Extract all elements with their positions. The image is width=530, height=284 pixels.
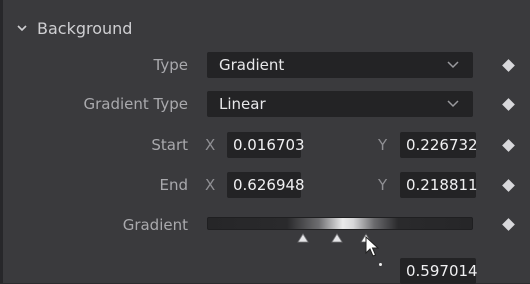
start-y-axis-label: Y bbox=[378, 136, 388, 154]
gradient-label: Gradient bbox=[122, 216, 188, 234]
chevron-down-icon[interactable] bbox=[17, 23, 27, 33]
gradient-stop-icon[interactable] bbox=[297, 233, 309, 243]
start-x-field[interactable]: 0.016703 bbox=[227, 132, 305, 158]
gradient-type-row: Gradient Type Linear bbox=[3, 91, 530, 119]
start-y-field[interactable]: 0.226732 bbox=[400, 132, 478, 158]
keyframe-diamond-icon[interactable] bbox=[502, 98, 515, 111]
end-y-field[interactable]: 0.218811 bbox=[400, 172, 478, 198]
gradient-type-label: Gradient Type bbox=[83, 95, 188, 113]
end-x-axis-label: X bbox=[205, 176, 216, 194]
mouse-pointer-icon bbox=[365, 236, 380, 257]
type-row: Type Gradient bbox=[3, 52, 530, 80]
start-row: Start X 0.016703 Y 0.226732 bbox=[3, 132, 530, 160]
keyframe-diamond-icon[interactable] bbox=[502, 218, 515, 231]
gradient-type-dropdown-value: Linear bbox=[219, 95, 266, 113]
end-row: End X 0.626948 Y 0.218811 bbox=[3, 172, 530, 200]
section-title: Background bbox=[37, 18, 133, 38]
type-label: Type bbox=[153, 56, 188, 74]
type-dropdown-value: Gradient bbox=[219, 56, 285, 74]
gradient-bar[interactable] bbox=[207, 217, 473, 230]
gradient-stop-icon[interactable] bbox=[331, 233, 344, 243]
start-x-axis-label: X bbox=[205, 136, 216, 154]
end-label: End bbox=[159, 176, 188, 194]
start-label: Start bbox=[151, 136, 188, 154]
keyframe-diamond-icon[interactable] bbox=[502, 59, 515, 72]
chevron-down-icon bbox=[447, 61, 459, 69]
end-x-field[interactable]: 0.626948 bbox=[227, 172, 305, 198]
end-y-axis-label: Y bbox=[378, 176, 388, 194]
background-inspector-panel: Background Type Gradient Gradient Type L… bbox=[0, 0, 530, 284]
chevron-down-icon bbox=[447, 100, 459, 108]
type-dropdown[interactable]: Gradient bbox=[207, 52, 473, 78]
gradient-stop-position-field[interactable]: 0.597014 bbox=[400, 258, 478, 284]
section-header-background[interactable]: Background bbox=[17, 16, 132, 40]
keyframe-diamond-icon[interactable] bbox=[502, 139, 515, 152]
keyframe-diamond-icon[interactable] bbox=[502, 179, 515, 192]
gradient-type-dropdown[interactable]: Linear bbox=[207, 91, 473, 117]
cursor-dot bbox=[379, 263, 382, 266]
